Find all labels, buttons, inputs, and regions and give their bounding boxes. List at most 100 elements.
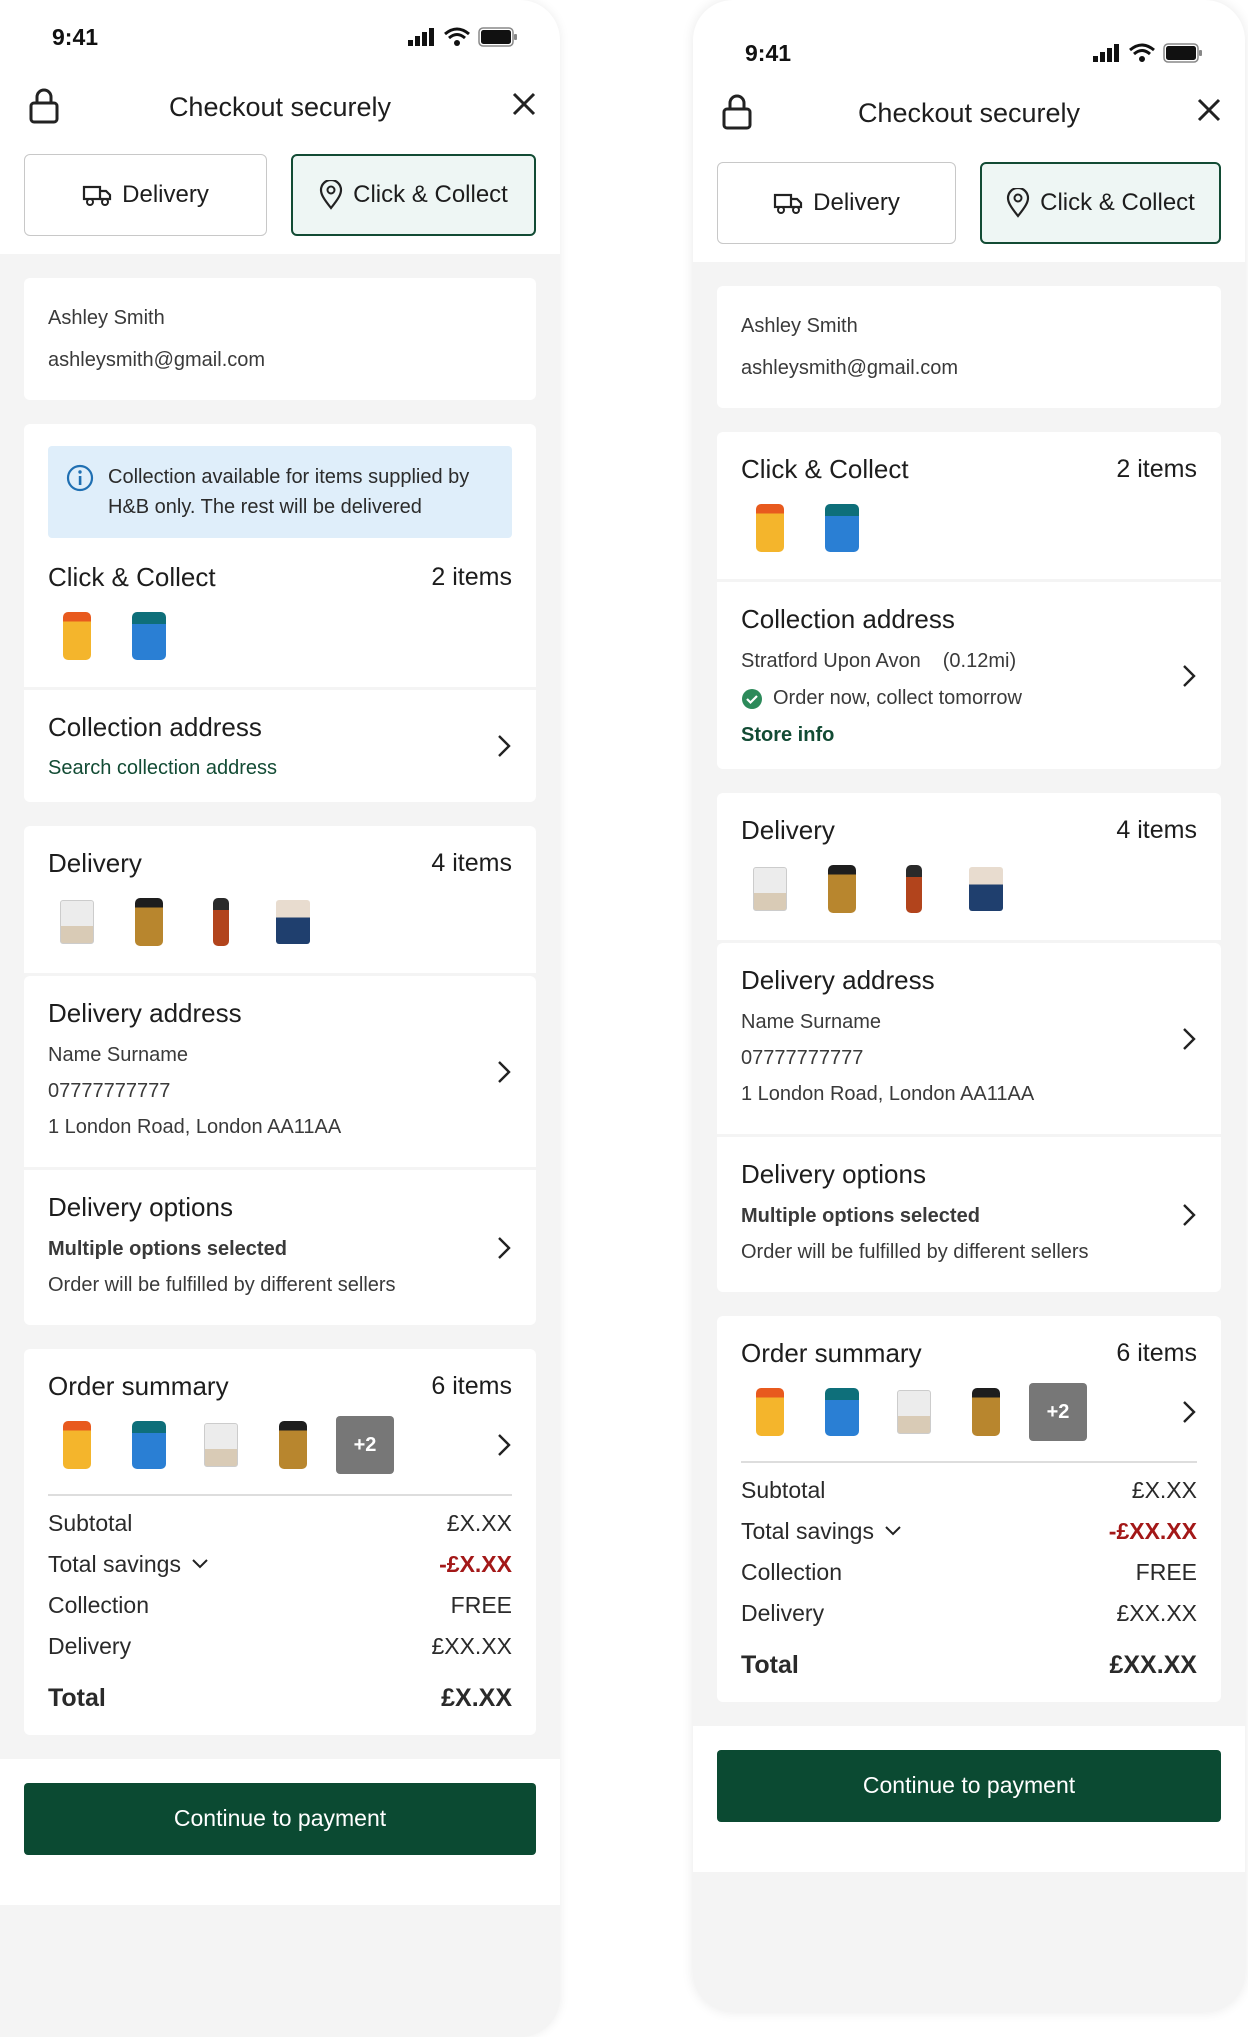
tab-delivery[interactable]: Delivery — [717, 162, 956, 244]
delivery-address-phone: 07777777777 — [741, 1047, 864, 1069]
tab-click-collect[interactable]: Click & Collect — [980, 162, 1221, 244]
truck-icon — [83, 185, 112, 206]
chevron-right-icon[interactable] — [496, 733, 512, 759]
product-thumb — [885, 860, 943, 918]
product-thumb — [192, 893, 250, 951]
delivery-label: Delivery — [48, 1632, 132, 1659]
product-thumb — [741, 860, 799, 918]
savings-label: Total savings — [48, 1550, 181, 1577]
product-thumb — [264, 893, 322, 951]
savings-row[interactable]: Total savings -£X.XX — [48, 1551, 512, 1578]
delivery-options-title: Delivery options — [48, 1192, 233, 1222]
delivery-items-card: Delivery 4 items — [24, 826, 536, 973]
fulfilment-tabs: Delivery Click & Collect — [693, 136, 1245, 262]
product-thumb — [741, 1383, 799, 1441]
lock-icon — [29, 88, 59, 124]
chevron-right-icon[interactable] — [496, 1432, 512, 1458]
delivery-items-title: Delivery — [741, 815, 835, 845]
total-label: Total — [741, 1650, 799, 1679]
chevron-right-icon[interactable] — [1181, 1399, 1197, 1425]
store-info-link[interactable]: Store info — [741, 724, 1022, 747]
delivery-address-card[interactable]: Delivery address Name Surname 0777777777… — [24, 976, 536, 1167]
search-collection-link[interactable]: Search collection address — [48, 757, 277, 780]
product-thumb — [813, 860, 871, 918]
top-bar: 9:41 Checkout securely Delivery Click & … — [693, 0, 1245, 262]
checkout-content: Ashley Smith ashleysmith@gmail.com Colle… — [0, 254, 560, 1735]
total-row: Total £XX.XX — [741, 1651, 1197, 1680]
product-thumb — [957, 1383, 1015, 1441]
tab-collect-label: Click & Collect — [353, 181, 508, 208]
order-summary-count: 6 items — [431, 1372, 512, 1400]
order-summary-title: Order summary — [741, 1338, 922, 1368]
delivery-address-title: Delivery address — [741, 965, 935, 995]
status-time: 9:41 — [52, 23, 99, 50]
delivery-address-street: 1 London Road, London AA11AA — [48, 1116, 342, 1138]
chevron-down-icon[interactable] — [884, 1525, 902, 1537]
collection-value: FREE — [450, 1591, 512, 1618]
subtotal-value: £X.XX — [446, 1509, 512, 1536]
check-circle-icon — [742, 688, 762, 709]
wifi-icon — [1129, 43, 1155, 62]
product-thumb — [264, 1416, 322, 1474]
chevron-right-icon[interactable] — [1181, 1026, 1197, 1052]
click-collect-count: 2 items — [431, 563, 512, 591]
chevron-right-icon[interactable] — [1181, 1202, 1197, 1228]
delivery-address-card[interactable]: Delivery address Name Surname 0777777777… — [717, 943, 1221, 1134]
checkout-header: Checkout securely — [693, 90, 1245, 136]
delivery-options-card[interactable]: Delivery options Multiple options select… — [717, 1137, 1221, 1292]
status-icons — [408, 27, 518, 47]
order-summary-count: 6 items — [1116, 1339, 1197, 1367]
continue-to-payment-button[interactable]: Continue to payment — [24, 1782, 536, 1855]
chevron-right-icon[interactable] — [496, 1059, 512, 1085]
total-label: Total — [48, 1683, 106, 1712]
product-thumb — [48, 1416, 106, 1474]
summary-divider — [48, 1494, 512, 1496]
battery-icon — [478, 27, 517, 47]
delivery-address-title: Delivery address — [48, 998, 242, 1028]
chevron-right-icon[interactable] — [496, 1235, 512, 1261]
availability-text: Order now, collect tomorrow — [773, 687, 1022, 709]
click-collect-card: Click & Collect 2 items — [717, 432, 1221, 579]
product-thumb — [48, 893, 106, 951]
order-summary-title: Order summary — [48, 1371, 229, 1401]
total-row: Total £X.XX — [48, 1684, 512, 1713]
click-collect-thumbs — [48, 607, 512, 665]
click-collect-count: 2 items — [1116, 455, 1197, 483]
chevron-down-icon[interactable] — [191, 1558, 209, 1570]
close-icon[interactable] — [510, 90, 538, 118]
product-thumb — [957, 860, 1015, 918]
tab-delivery[interactable]: Delivery — [24, 154, 267, 236]
delivery-items-count: 4 items — [431, 849, 512, 877]
checkout-header: Checkout securely — [0, 74, 560, 140]
collection-distance: (0.12mi) — [942, 650, 1017, 672]
signal-icon — [408, 28, 434, 46]
delivery-thumbs — [48, 893, 512, 951]
product-thumb — [813, 499, 871, 557]
cta-bar: Continue to payment — [693, 1725, 1245, 1872]
customer-email: ashleysmith@gmail.com — [741, 357, 959, 379]
cta-bar: Continue to payment — [0, 1758, 560, 1905]
status-bar: 9:41 — [0, 0, 560, 74]
savings-row[interactable]: Total savings -£XX.XX — [741, 1518, 1197, 1545]
product-thumb — [120, 893, 178, 951]
delivery-options-card[interactable]: Delivery options Multiple options select… — [24, 1170, 536, 1325]
chevron-right-icon[interactable] — [1181, 663, 1197, 689]
product-thumb — [813, 1383, 871, 1441]
tab-click-collect[interactable]: Click & Collect — [291, 154, 536, 236]
product-thumb — [48, 607, 106, 665]
collection-address-card[interactable]: Collection address Search collection add… — [24, 690, 536, 802]
customer-card: Ashley Smith ashleysmith@gmail.com — [717, 286, 1221, 408]
collection-address-card[interactable]: Collection address Stratford Upon Avon (… — [717, 582, 1221, 769]
total-value: £XX.XX — [1109, 1650, 1197, 1679]
summary-divider — [741, 1461, 1197, 1463]
continue-to-payment-button[interactable]: Continue to payment — [717, 1749, 1221, 1822]
delivery-options-note: Order will be fulfilled by different sel… — [48, 1274, 396, 1296]
delivery-row: Delivery £XX.XX — [48, 1633, 512, 1660]
lock-icon — [722, 94, 752, 130]
product-thumb — [741, 499, 799, 557]
savings-value: -£XX.XX — [1108, 1517, 1197, 1544]
close-icon[interactable] — [1195, 96, 1223, 124]
customer-name: Ashley Smith — [48, 307, 165, 329]
status-time: 9:41 — [745, 39, 792, 66]
info-banner: Collection available for items supplied … — [48, 446, 512, 538]
